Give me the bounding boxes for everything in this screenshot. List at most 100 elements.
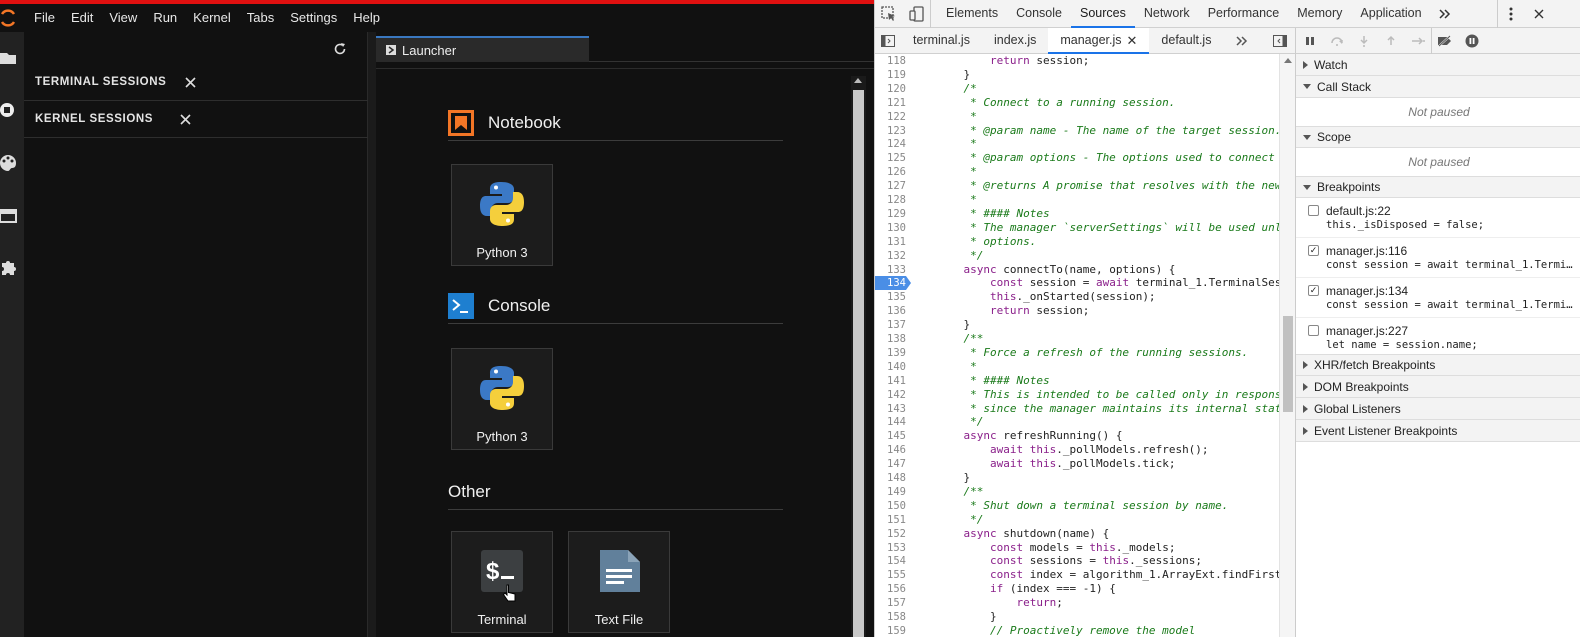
line-number[interactable]: 154 — [875, 554, 906, 568]
line-number[interactable]: 118 — [875, 54, 906, 68]
tab-console[interactable]: Console — [1007, 0, 1071, 28]
code-line[interactable]: 122 * — [875, 110, 1279, 124]
palette-icon[interactable] — [0, 151, 24, 175]
console-python3-card[interactable]: Python 3 — [451, 348, 553, 450]
code-line[interactable]: 118 return session; — [875, 54, 1279, 68]
breakpoint-checkbox[interactable]: ✓ — [1308, 285, 1319, 296]
code-line[interactable]: 151 */ — [875, 513, 1279, 527]
step-over-icon[interactable] — [1323, 28, 1350, 54]
code-line[interactable]: 146 await this._pollModels.refresh(); — [875, 443, 1279, 457]
line-number[interactable]: 148 — [875, 471, 906, 485]
code-line[interactable]: 159 // Proactively remove the model — [875, 624, 1279, 637]
call-stack-pane-header[interactable]: Call Stack — [1296, 76, 1580, 98]
launcher-scrollbar[interactable] — [851, 76, 866, 637]
device-toolbar-icon[interactable] — [903, 0, 931, 28]
code-line[interactable]: 125 * @param options - The options used … — [875, 151, 1279, 165]
file-tab-default-js[interactable]: default.js — [1149, 28, 1223, 54]
deactivate-breakpoints-icon[interactable] — [1431, 27, 1458, 54]
pause-icon[interactable] — [1296, 28, 1323, 54]
breakpoint-checkbox[interactable] — [1308, 325, 1319, 336]
line-number[interactable]: 142 — [875, 388, 906, 402]
code-line[interactable]: 139 * Force a refresh of the running ses… — [875, 346, 1279, 360]
more-tabs-chevron-icon[interactable] — [1431, 0, 1459, 28]
step-icon[interactable] — [1404, 28, 1431, 54]
xhr-breakpoints-header[interactable]: XHR/fetch Breakpoints — [1296, 354, 1580, 376]
kernel-sessions-section[interactable]: KERNEL SESSIONS — [24, 101, 368, 138]
file-tab-index-js[interactable]: index.js — [982, 28, 1048, 54]
code-line[interactable]: 130 * The manager `serverSettings` will … — [875, 221, 1279, 235]
extension-icon[interactable] — [0, 256, 24, 280]
breakpoint-checkbox[interactable]: ✓ — [1308, 245, 1319, 256]
line-number[interactable]: 138 — [875, 332, 906, 346]
code-line[interactable]: 138 /** — [875, 332, 1279, 346]
code-line[interactable]: 144 */ — [875, 415, 1279, 429]
breakpoint-item[interactable]: default.js:22 this._isDisposed = false; — [1296, 198, 1580, 238]
line-number[interactable]: 132 — [875, 249, 906, 263]
code-scrollbar[interactable] — [1279, 54, 1295, 637]
line-number[interactable]: 133 — [875, 263, 906, 277]
tab-network[interactable]: Network — [1135, 0, 1199, 28]
notebook-python3-card[interactable]: Python 3 — [451, 164, 553, 266]
line-number[interactable]: 134 — [875, 276, 906, 291]
line-number[interactable]: 122 — [875, 110, 906, 124]
line-number[interactable]: 121 — [875, 96, 906, 110]
line-number[interactable]: 126 — [875, 165, 906, 179]
menu-kernel[interactable]: Kernel — [185, 4, 239, 32]
line-number[interactable]: 127 — [875, 179, 906, 193]
text-file-card[interactable]: Text File — [568, 531, 670, 633]
menu-edit[interactable]: Edit — [63, 4, 101, 32]
code-line[interactable]: 136 return session; — [875, 304, 1279, 318]
watch-pane-header[interactable]: Watch — [1296, 54, 1580, 76]
line-number[interactable]: 155 — [875, 568, 906, 582]
dom-breakpoints-header[interactable]: DOM Breakpoints — [1296, 376, 1580, 398]
code-line[interactable]: 133 async connectTo(name, options) { — [875, 263, 1279, 277]
folder-icon[interactable] — [0, 46, 24, 70]
line-number[interactable]: 136 — [875, 304, 906, 318]
code-line[interactable]: 158 } — [875, 610, 1279, 624]
menu-settings[interactable]: Settings — [282, 4, 345, 32]
code-line[interactable]: 156 if (index === -1) { — [875, 582, 1279, 596]
line-number[interactable]: 131 — [875, 235, 906, 249]
code-scroll-thumb[interactable] — [1283, 316, 1293, 412]
menu-run[interactable]: Run — [145, 4, 185, 32]
pause-on-exceptions-icon[interactable] — [1458, 28, 1485, 54]
menu-help[interactable]: Help — [345, 4, 388, 32]
breakpoint-item[interactable]: manager.js:227 let name = session.name; — [1296, 318, 1580, 358]
line-number[interactable]: 153 — [875, 541, 906, 555]
file-tab-terminal-js[interactable]: terminal.js — [901, 28, 982, 54]
code-line[interactable]: 150 * Shut down a terminal session by na… — [875, 499, 1279, 513]
line-number[interactable]: 146 — [875, 443, 906, 457]
toggle-navigator-icon[interactable] — [875, 28, 901, 54]
code-line[interactable]: 128 * — [875, 193, 1279, 207]
code-line[interactable]: 157 return; — [875, 596, 1279, 610]
code-line[interactable]: 119 } — [875, 68, 1279, 82]
file-tab-manager-js[interactable]: manager.js ✕ — [1048, 27, 1150, 54]
breakpoints-pane-header[interactable]: Breakpoints — [1296, 176, 1580, 198]
code-line[interactable]: 140 * — [875, 360, 1279, 374]
line-number[interactable]: 123 — [875, 124, 906, 138]
toggle-debugger-icon[interactable] — [1267, 28, 1293, 54]
line-number[interactable]: 145 — [875, 429, 906, 443]
breakpoint-item[interactable]: ✓ manager.js:134 const session = await t… — [1296, 278, 1580, 318]
code-line[interactable]: 143 * since the manager maintains its in… — [875, 402, 1279, 416]
code-line[interactable]: 129 * #### Notes — [875, 207, 1279, 221]
tabs-icon[interactable] — [0, 204, 24, 228]
line-number[interactable]: 125 — [875, 151, 906, 165]
line-number[interactable]: 144 — [875, 415, 906, 429]
line-number[interactable]: 135 — [875, 290, 906, 304]
step-out-icon[interactable] — [1377, 28, 1404, 54]
code-line[interactable]: 132 */ — [875, 249, 1279, 263]
code-line[interactable]: 141 * #### Notes — [875, 374, 1279, 388]
code-line[interactable]: 148 } — [875, 471, 1279, 485]
line-number[interactable]: 149 — [875, 485, 906, 499]
menu-tabs[interactable]: Tabs — [239, 4, 282, 32]
code-line[interactable]: 123 * @param name - The name of the targ… — [875, 124, 1279, 138]
code-line[interactable]: 131 * options. — [875, 235, 1279, 249]
code-line[interactable]: 142 * This is intended to be called only… — [875, 388, 1279, 402]
line-number[interactable]: 137 — [875, 318, 906, 332]
menu-file[interactable]: File — [26, 4, 63, 32]
code-editor[interactable]: 118 return session; 119 } 120 /* 121 * Conn… — [875, 54, 1279, 637]
terminal-sessions-section[interactable]: TERMINAL SESSIONS — [24, 64, 368, 101]
close-devtools-icon[interactable] — [1525, 0, 1553, 28]
code-line[interactable]: 149 /** — [875, 485, 1279, 499]
